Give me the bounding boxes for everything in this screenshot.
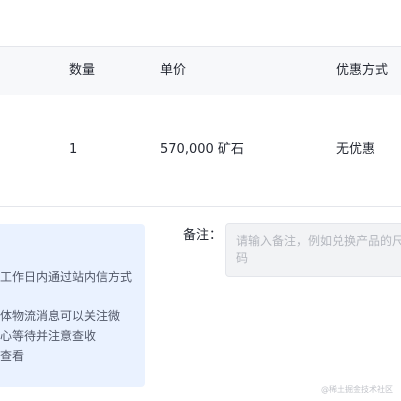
watermark: @稀土掘金技术社区 bbox=[321, 385, 393, 394]
row-quantity: 1 bbox=[69, 142, 78, 157]
notice-line: 体物流消息可以关注微 bbox=[0, 309, 121, 323]
header-quantity: 数量 bbox=[69, 63, 96, 78]
order-table-header: 数量 单价 优惠方式 bbox=[0, 46, 401, 95]
notice-line: 查看 bbox=[0, 349, 25, 363]
header-discount: 优惠方式 bbox=[336, 63, 389, 78]
row-discount: 无优惠 bbox=[336, 142, 376, 157]
notice-line: 心等待并注意查收 bbox=[0, 329, 97, 343]
notice-line: 工作日内通过站内信方式 bbox=[0, 270, 133, 284]
table-row: 1 570,000 矿石 无优惠 bbox=[0, 94, 401, 207]
notice-panel: 工作日内通过站内信方式 体物流消息可以关注微 心等待并注意查收 查看 bbox=[0, 224, 145, 387]
remark-label: 备注： bbox=[183, 228, 223, 243]
order-confirm-page: 数量 单价 优惠方式 1 570,000 矿石 无优惠 工作日内通过站内信方式 … bbox=[0, 0, 401, 401]
remark-input[interactable] bbox=[225, 223, 401, 277]
header-unit-price: 单价 bbox=[160, 63, 187, 78]
row-unit-price: 570,000 矿石 bbox=[160, 142, 244, 157]
